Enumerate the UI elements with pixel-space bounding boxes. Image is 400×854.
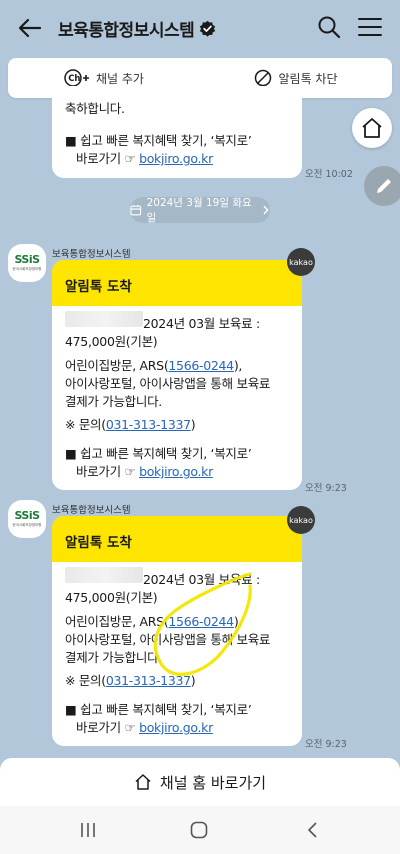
kakao-badge: kakao <box>287 506 315 534</box>
bokjiro-link[interactable]: bokjiro.go.kr <box>139 720 213 735</box>
home-icon <box>135 774 151 790</box>
block-alimtalk-button[interactable]: 알림톡 차단 <box>200 69 392 87</box>
ars-line: 어린이집방문, ARS(1566-0244), <box>65 611 242 630</box>
block-alimtalk-label: 알림톡 차단 <box>278 71 338 86</box>
calendar-icon <box>130 205 142 216</box>
channel-name: 보육통합정보시스템 <box>58 21 195 41</box>
avatar[interactable]: SSiS 한국사회보장정보원 <box>8 244 46 282</box>
inquiry-phone-link[interactable]: 031-313-1337 <box>106 673 191 688</box>
message-time: 오전 10:02 <box>305 169 353 180</box>
channel-add-icon: Ch <box>64 69 89 87</box>
bokjiro-link-line: 바로가기 ☞ bokjiro.go.kr <box>76 148 213 167</box>
kakao-badge: kakao <box>287 248 315 276</box>
ars-line: 어린이집방문, ARS(1566-0244), <box>65 355 242 374</box>
add-channel-button[interactable]: Ch 채널 추가 <box>8 68 200 88</box>
link-prefix: 바로가기 ☞ <box>76 151 140 166</box>
avatar-logo: SSiS <box>14 253 40 266</box>
message-line: 결제가 가능합니다. <box>65 650 162 665</box>
chevron-right-icon <box>263 205 270 215</box>
message-line: 2024년 03월 보육료 : <box>143 572 260 587</box>
bokjiro-link-line: 바로가기 ☞ bokjiro.go.kr <box>76 461 213 480</box>
inquiry-prefix: ※ 문의( <box>65 673 106 688</box>
link-prefix: 바로가기 ☞ <box>76 720 140 735</box>
avatar-subtitle: 한국사회보장정보원 <box>12 267 42 271</box>
inquiry-suffix: ) <box>190 673 196 688</box>
alimtalk-message-bubble: 알림톡 도착 2024년 03월 보육료 : 475,000원(기본) 어린이집… <box>52 516 302 746</box>
pencil-icon <box>377 179 391 193</box>
block-icon <box>255 69 272 87</box>
ars-prefix: 어린이집방문, ARS( <box>65 614 169 629</box>
redacted-name <box>65 311 143 327</box>
inquiry-phone-link[interactable]: 031-313-1337 <box>106 417 191 432</box>
bokjiro-link[interactable]: bokjiro.go.kr <box>139 464 213 479</box>
message-line: 결제가 가능합니다. <box>65 394 162 409</box>
avatar-logo: SSiS <box>14 509 40 522</box>
message-line: 2024년 03월 보육료 : <box>143 316 260 331</box>
home-nav-icon[interactable] <box>189 820 209 840</box>
alimtalk-header: 알림톡 도착 <box>52 260 302 306</box>
ars-prefix: 어린이집방문, ARS( <box>65 358 169 373</box>
message-line: 475,000원(기본) <box>65 334 158 349</box>
search-icon[interactable] <box>317 15 341 39</box>
alimtalk-header: 알림톡 도착 <box>52 516 302 562</box>
inquiry-prefix: ※ 문의( <box>65 417 106 432</box>
channel-badge-text: Ch <box>68 74 80 84</box>
inquiry-suffix: ) <box>190 417 196 432</box>
verified-badge-icon <box>200 20 216 37</box>
recents-icon[interactable] <box>78 820 98 840</box>
message-line: 475,000원(기본) <box>65 590 158 605</box>
bokjiro-link[interactable]: bokjiro.go.kr <box>139 151 213 166</box>
message-line: ■ 쉽고 빠른 복지혜택 찾기, ‘복지로’ <box>65 702 252 717</box>
channel-home-label: 채널 홈 바로가기 <box>159 773 267 792</box>
sender-name: 보육통합정보시스템 <box>52 249 131 260</box>
alimtalk-message-bubble: 알림톡 도착 2024년 03월 보육료 : 475,000원(기본) 어린이집… <box>52 260 302 490</box>
date-divider[interactable]: 2024년 3월 19일 화요일 <box>130 197 270 224</box>
redacted-name <box>65 567 143 583</box>
alimtalk-header-title: 알림톡 도착 <box>65 535 132 551</box>
ars-suffix: ), <box>233 614 243 629</box>
add-channel-label: 채널 추가 <box>96 71 144 86</box>
back-arrow-icon[interactable] <box>16 14 44 42</box>
write-floating-button[interactable] <box>364 166 400 206</box>
ars-phone-link[interactable]: 1566-0244 <box>168 614 234 629</box>
inquiry-line: ※ 문의(031-313-1337) <box>65 670 196 689</box>
avatar-subtitle: 한국사회보장정보원 <box>12 523 42 527</box>
message-line: 아이사랑포털, 아이사랑앱을 통해 보육료 <box>65 376 271 391</box>
system-navigation-bar <box>0 806 400 854</box>
chat-header: 보육통합정보시스템 <box>0 0 400 56</box>
home-floating-button[interactable] <box>352 108 392 148</box>
message-time: 오전 9:23 <box>305 483 347 494</box>
alimtalk-header-title: 알림톡 도착 <box>65 279 132 295</box>
channel-home-button[interactable]: 채널 홈 바로가기 <box>0 758 400 806</box>
inquiry-line: ※ 문의(031-313-1337) <box>65 414 196 433</box>
link-prefix: 바로가기 ☞ <box>76 464 140 479</box>
message-line: 축하합니다. <box>65 101 125 116</box>
message-time: 오전 9:23 <box>305 739 347 750</box>
date-text: 2024년 3월 19일 화요일 <box>146 197 252 224</box>
chat-title: 보육통합정보시스템 <box>58 16 216 41</box>
previous-message-bubble: 축하합니다. ■ 쉽고 빠른 복지혜택 찾기, ‘복지로’ 바로가기 ☞ bok… <box>52 86 302 178</box>
menu-icon[interactable] <box>358 16 382 38</box>
ars-phone-link[interactable]: 1566-0244 <box>168 358 234 373</box>
message-line: ■ 쉽고 빠른 복지혜택 찾기, ‘복지로’ <box>65 446 252 461</box>
avatar[interactable]: SSiS 한국사회보장정보원 <box>8 500 46 538</box>
message-line: ■ 쉽고 빠른 복지혜택 찾기, ‘복지로’ <box>65 133 252 148</box>
sender-name: 보육통합정보시스템 <box>52 505 131 516</box>
home-icon <box>362 118 382 138</box>
bokjiro-link-line: 바로가기 ☞ bokjiro.go.kr <box>76 717 213 736</box>
ars-suffix: ), <box>233 358 243 373</box>
back-nav-icon[interactable] <box>303 820 323 840</box>
message-line: 아이사랑포털, 아이사랑앱을 통해 보육료 <box>65 632 271 647</box>
